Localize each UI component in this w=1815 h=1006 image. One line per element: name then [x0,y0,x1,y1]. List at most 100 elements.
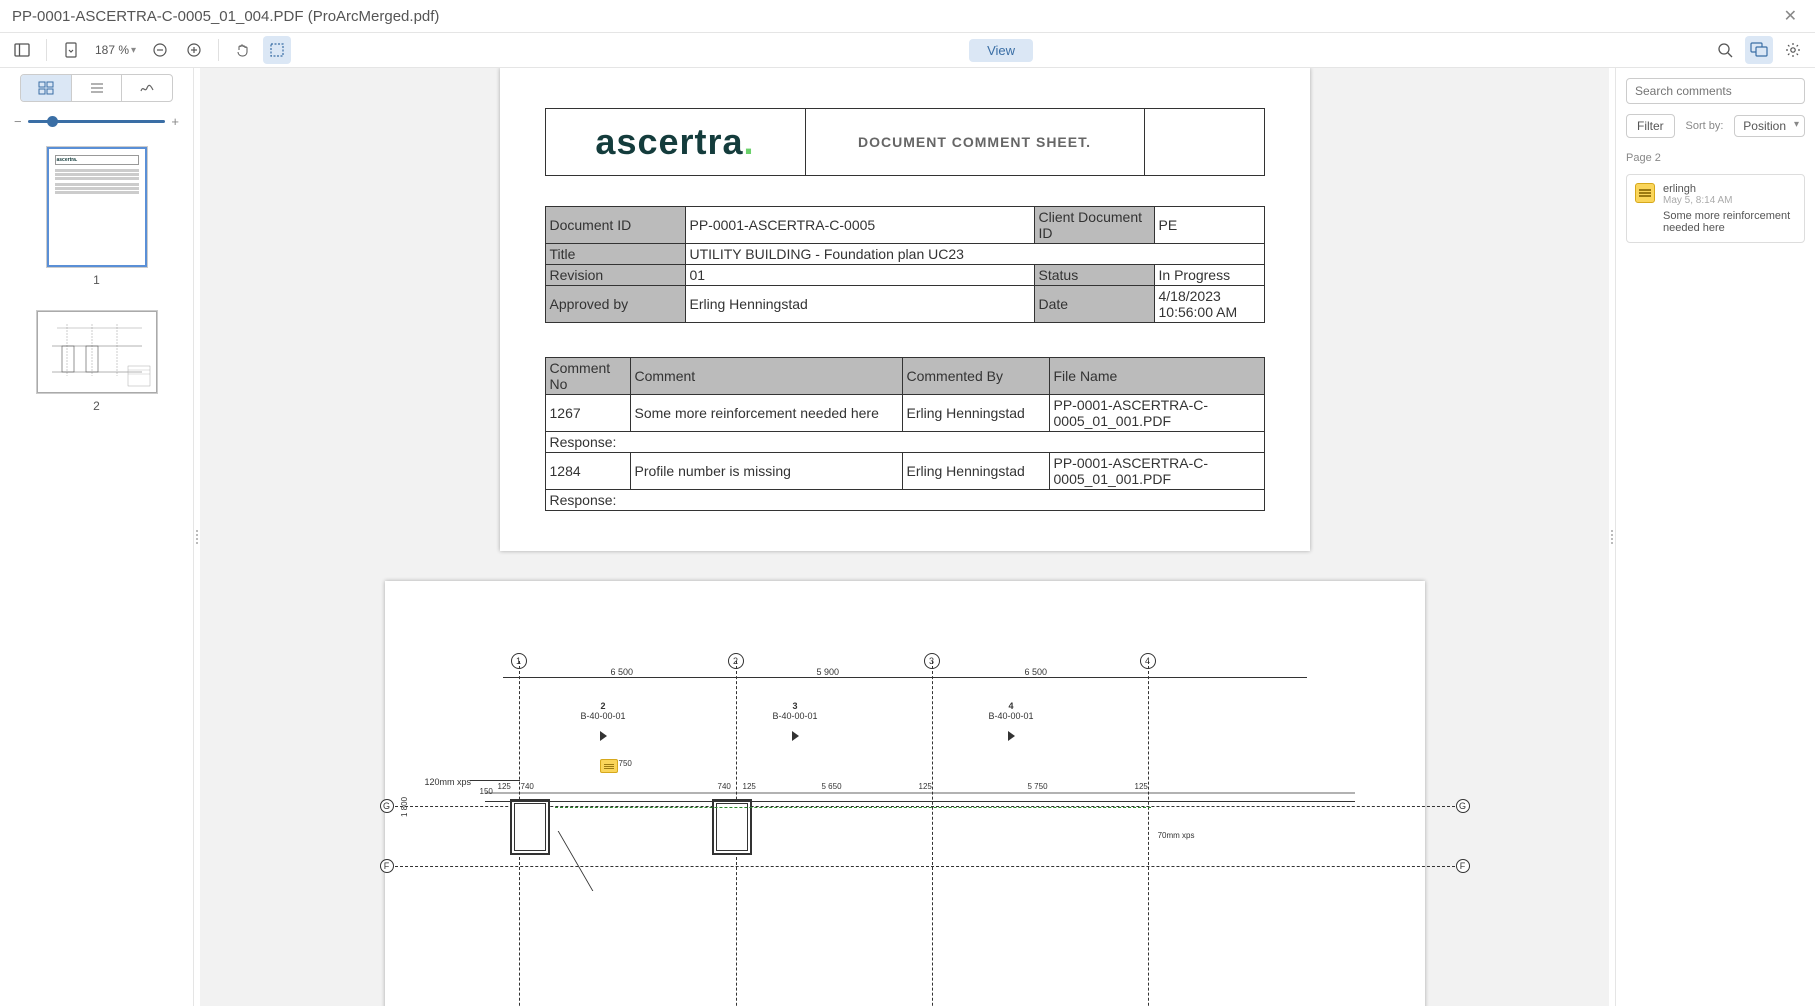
table-row: 1284 Profile number is missing Erling He… [545,453,1264,490]
logo-cell: ascertra. [545,109,805,176]
search-icon[interactable] [1711,36,1739,64]
col-commented-by: Commented By [902,358,1049,395]
drawing: 1 2 3 4 6 500 5 900 6 500 2B-40-00-01 3B… [425,631,1385,1006]
response-row: Response: [545,432,1264,453]
header-title: DOCUMENT COMMENT SHEET. [805,109,1144,176]
thumb-size-minus-icon[interactable]: − [14,114,22,129]
row-bubble: F [1456,859,1470,873]
page-nav-icon[interactable] [57,36,85,64]
text-label: 120mm xps [425,777,472,787]
comment-text: Some more reinforcement needed here [1663,210,1796,234]
revision-label: Revision [545,265,685,286]
toolbar: 187 % ▾ View [0,32,1815,68]
text-label: 70mm xps [1158,831,1195,840]
dim-value: 740 [521,782,534,791]
table-row: Response: [545,490,1264,511]
thumb-label-2: 2 [93,399,100,413]
page-1: ascertra. DOCUMENT COMMENT SHEET. Docume… [500,68,1310,551]
comment-no: 1284 [545,453,630,490]
section-marker: 3B-40-00-01 [773,701,818,743]
toggle-sidebar-icon[interactable] [8,36,36,64]
zoom-out-icon[interactable] [146,36,174,64]
comment-time: May 5, 8:14 AM [1663,195,1796,206]
col-comment-no: Comment No [545,358,630,395]
thumb-size-plus-icon[interactable]: + [171,114,179,129]
dim-value: 125 [743,782,756,791]
document-id-label: Document ID [545,207,685,244]
page-thumbnail-1[interactable]: ascertra. [47,147,147,267]
sort-label: Sort by: [1686,120,1724,132]
comments-panel: Filter Sort by: Position Page 2 erlingh … [1615,68,1815,1006]
section-marker: 2B-40-00-01 [581,701,626,743]
comment-by: Erling Henningstad [902,453,1049,490]
approved-by-label: Approved by [545,286,685,323]
dim-value: 150 [480,787,493,796]
dim-value: 6 500 [611,667,634,677]
title-value: UTILITY BUILDING - Foundation plan UC23 [685,244,1264,265]
zoom-select[interactable]: 187 % ▾ [91,43,140,57]
note-icon [1635,183,1655,203]
page-group-label: Page 2 [1626,152,1805,164]
thumbnail-panel: − + ascertra. 1 [0,68,194,1006]
gear-icon[interactable] [1779,36,1807,64]
logo-text: ascertra [595,121,743,162]
page-thumbnail-2[interactable] [37,311,157,393]
dim-value: 750 [619,759,632,768]
comment-text: Profile number is missing [630,453,902,490]
row-bubble: G [380,799,394,813]
dim-value: 5 750 [1028,782,1048,791]
section-marker: 4B-40-00-01 [989,701,1034,743]
window-title: PP-0001-ASCERTRA-C-0005_01_004.PDF (ProA… [12,8,439,25]
dim-value: 125 [498,782,511,791]
thumbnails-tab-icon[interactable] [21,75,71,101]
signatures-tab-icon[interactable] [121,75,172,101]
zoom-in-icon[interactable] [180,36,208,64]
status-label: Status [1034,265,1154,286]
comment-user: erlingh [1663,183,1796,195]
annotation-note-icon[interactable] [600,759,618,773]
thumb-size-slider[interactable] [28,120,166,123]
dim-value: 740 [718,782,731,791]
comment-no: 1267 [545,395,630,432]
comments-panel-icon[interactable] [1745,36,1773,64]
thumb-label-1: 1 [93,273,100,287]
title-label: Title [545,244,685,265]
comment-text: Some more reinforcement needed here [630,395,902,432]
status-value: In Progress [1154,265,1264,286]
page-2: 1 2 3 4 6 500 5 900 6 500 2B-40-00-01 3B… [385,581,1425,1006]
dim-value: 125 [919,782,932,791]
row-bubble: F [380,859,394,873]
dim-value: 5 900 [817,667,840,677]
zoom-value: 187 % [95,43,129,57]
document-viewport[interactable]: ascertra. DOCUMENT COMMENT SHEET. Docume… [200,68,1609,1006]
date-value: 4/18/2023 10:56:00 AM [1154,286,1264,323]
sort-select[interactable]: Position [1734,115,1805,137]
document-id-value: PP-0001-ASCERTRA-C-0005 [685,207,1034,244]
date-label: Date [1034,286,1154,323]
dim-value: 5 650 [822,782,842,791]
titlebar: PP-0001-ASCERTRA-C-0005_01_004.PDF (ProA… [0,0,1815,32]
comments-table: Comment No Comment Commented By File Nam… [545,357,1265,511]
table-row: 1267 Some more reinforcement needed here… [545,395,1264,432]
client-id-label: Client Document ID [1034,207,1154,244]
comment-file: PP-0001-ASCERTRA-C-0005_01_001.PDF [1049,453,1264,490]
col-file-name: File Name [1049,358,1264,395]
pan-hand-icon[interactable] [229,36,257,64]
outline-tab-icon[interactable] [71,75,122,101]
revision-value: 01 [685,265,1034,286]
filter-button[interactable]: Filter [1626,114,1675,138]
dim-value: 1 800 [400,797,409,817]
close-icon[interactable]: ✕ [1778,6,1803,26]
table-row: Response: [545,432,1264,453]
comment-card[interactable]: erlingh May 5, 8:14 AM Some more reinfor… [1626,174,1805,243]
meta-table: Document ID PP-0001-ASCERTRA-C-0005 Clie… [545,206,1265,323]
view-mode-button[interactable]: View [969,39,1033,62]
dim-line [503,677,1307,678]
search-input[interactable] [1626,78,1805,104]
col-comment: Comment [630,358,902,395]
marquee-select-icon[interactable] [263,36,291,64]
row-bubble: G [1456,799,1470,813]
client-id-value: PE [1154,207,1264,244]
response-row: Response: [545,490,1264,511]
comment-file: PP-0001-ASCERTRA-C-0005_01_001.PDF [1049,395,1264,432]
